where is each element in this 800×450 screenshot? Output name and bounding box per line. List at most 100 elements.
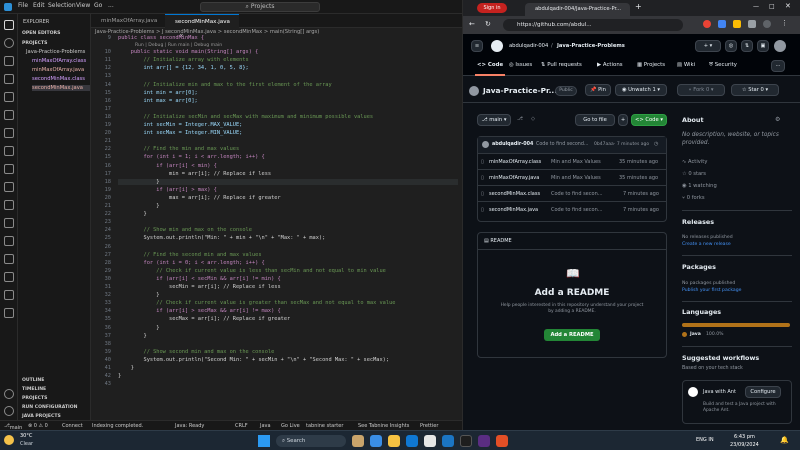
commit-author[interactable]: abdulqadir-004 bbox=[492, 142, 533, 147]
add-readme-button[interactable]: Add a README bbox=[544, 329, 600, 341]
code-line[interactable]: } bbox=[118, 325, 159, 331]
code-line[interactable]: if (arr[i] < min) { bbox=[118, 163, 217, 169]
pull-requests-icon[interactable]: ⇅ bbox=[741, 40, 753, 52]
live-share-icon[interactable] bbox=[4, 200, 14, 210]
code-line[interactable]: int min = arr[0]; bbox=[118, 90, 198, 96]
file-row[interactable]: ▯ secondMinMax.class Code to find secon.… bbox=[477, 185, 667, 201]
code-line[interactable]: } bbox=[118, 292, 159, 298]
windows-start-icon[interactable] bbox=[258, 435, 270, 447]
extension-icon[interactable] bbox=[718, 20, 726, 28]
file-name[interactable]: secondMinMax.class bbox=[489, 191, 540, 197]
tags-icon[interactable]: ◇ bbox=[531, 116, 535, 122]
codelens-run-debug[interactable]: Run | Debug | Run main | Debug main bbox=[135, 43, 222, 48]
run-configuration-section[interactable]: RUN CONFIGURATION bbox=[22, 405, 78, 410]
stars-link[interactable]: ☆ 0 stars bbox=[682, 171, 706, 177]
extension-icon[interactable] bbox=[703, 20, 711, 28]
code-line[interactable]: public class secondMinMax { bbox=[118, 35, 204, 41]
docker-icon[interactable] bbox=[4, 146, 14, 156]
watching-link[interactable]: ◉ 1 watching bbox=[682, 183, 717, 189]
code-line[interactable]: max = arr[i]; // Replace if greater bbox=[118, 195, 281, 201]
code-line[interactable]: // Initialize array with elements bbox=[118, 57, 249, 63]
gear-icon[interactable]: ⚙ bbox=[775, 116, 780, 123]
code-line[interactable]: // Initialize secMin and secMax with max… bbox=[118, 114, 374, 120]
code-line[interactable]: // Show min and max on the console bbox=[118, 227, 252, 233]
code-line[interactable]: secMin = arr[i]; // Replace if less bbox=[118, 284, 281, 290]
code-line[interactable]: } bbox=[118, 211, 147, 217]
file-row[interactable]: ▯ minMaxOfArray.class Min and Max Values… bbox=[477, 153, 667, 169]
branch-select[interactable]: ⎇ main ▾ bbox=[477, 114, 511, 126]
code-line[interactable]: int arr[] = {12, 34, 1, 0, 5, 8}; bbox=[118, 65, 249, 71]
github-desktop-icon[interactable] bbox=[460, 435, 472, 447]
file-explorer-icon[interactable] bbox=[388, 435, 400, 447]
eol-status[interactable]: CRLF bbox=[235, 423, 248, 429]
code-line[interactable]: // Find the min and max values bbox=[118, 146, 240, 152]
account-icon[interactable] bbox=[4, 389, 14, 399]
url-bar[interactable]: https://github.com/abdul... bbox=[503, 19, 683, 31]
code-line[interactable]: } bbox=[118, 365, 134, 371]
code-line[interactable]: } bbox=[118, 203, 159, 209]
github-logo-icon[interactable] bbox=[491, 40, 503, 52]
tab-actions[interactable]: ▶ Actions bbox=[597, 62, 623, 68]
activity-link[interactable]: ∿ Activity bbox=[682, 159, 707, 165]
file-commit-msg[interactable]: Min and Max Values bbox=[551, 175, 601, 181]
app-icon[interactable] bbox=[352, 435, 364, 447]
issues-icon[interactable]: ◎ bbox=[725, 40, 737, 52]
releases-title[interactable]: Releases bbox=[682, 218, 714, 226]
branches-icon[interactable]: ⎇ bbox=[517, 116, 523, 122]
chrome-icon[interactable] bbox=[424, 435, 436, 447]
code-button[interactable]: <> Code ▾ bbox=[631, 114, 667, 126]
browser-tab[interactable]: abdulqadir-004/Java-Practice-Pr... bbox=[525, 3, 630, 16]
menu-view[interactable]: View bbox=[76, 2, 90, 9]
outline-section[interactable]: OUTLINE bbox=[22, 378, 44, 383]
vscode-taskbar-icon[interactable] bbox=[442, 435, 454, 447]
azure-icon[interactable] bbox=[4, 272, 14, 282]
code-line[interactable]: System.out.println("Min: " + min + "\n" … bbox=[118, 235, 326, 241]
configure-button[interactable]: Configure bbox=[745, 386, 781, 398]
code-line[interactable]: if (arr[i] < secMin && arr[i] != min) { bbox=[118, 276, 280, 282]
file-name[interactable]: minMaxOfArray.java bbox=[489, 175, 539, 181]
timeline-icon[interactable] bbox=[4, 290, 14, 300]
code-line[interactable]: // Show second min and max on the consol… bbox=[118, 349, 275, 355]
taskbar-search[interactable]: ⌕ Search bbox=[276, 435, 346, 447]
reload-icon[interactable]: ↻ bbox=[485, 20, 491, 28]
go-live-status[interactable]: Go Live bbox=[281, 423, 300, 429]
tab-secondminmax[interactable]: secondMinMax.java × bbox=[165, 14, 239, 39]
fork-button[interactable]: ⑂ Fork 0 ▾ bbox=[677, 84, 725, 96]
close-icon[interactable]: ✕ bbox=[785, 2, 791, 10]
code-line[interactable]: int max = arr[0]; bbox=[118, 98, 198, 104]
tab-wiki[interactable]: ▤ Wiki bbox=[677, 62, 695, 68]
app-icon[interactable] bbox=[496, 435, 508, 447]
database-icon[interactable] bbox=[4, 164, 14, 174]
code-line[interactable]: for (int i = 0; i < arr.length; i++) { bbox=[118, 260, 265, 266]
bookmarks-icon[interactable] bbox=[4, 308, 14, 318]
projects-bottom-section[interactable]: PROJECTS bbox=[22, 396, 47, 401]
edge-icon[interactable] bbox=[406, 435, 418, 447]
menu-selection[interactable]: Selection bbox=[48, 2, 76, 9]
history-icon[interactable]: ◷ bbox=[654, 141, 658, 147]
forks-link[interactable]: ⑂ 0 forks bbox=[682, 195, 705, 201]
file-row[interactable]: ▯ secondMinMax.java Code to find secon..… bbox=[477, 201, 667, 217]
testing-icon[interactable] bbox=[4, 110, 14, 120]
extension-icon[interactable] bbox=[733, 20, 741, 28]
go-to-file-button[interactable]: Go to file bbox=[575, 114, 615, 126]
code-line[interactable]: secMax = arr[i]; // Replace if greater bbox=[118, 316, 290, 322]
file-commit-msg[interactable]: Code to find secon... bbox=[551, 207, 603, 213]
tab-issues[interactable]: ◎ Issues bbox=[509, 62, 532, 68]
language-status[interactable]: Java bbox=[260, 423, 271, 429]
file-item[interactable]: secondMinMax.class bbox=[32, 76, 85, 82]
file-row[interactable]: ▯ minMaxOfArray.java Min and Max Values … bbox=[477, 169, 667, 185]
tabnine-icon[interactable] bbox=[4, 254, 14, 264]
menu-icon[interactable]: ⋮ bbox=[781, 19, 788, 27]
repo-link[interactable]: Java-Practice-Problems bbox=[557, 43, 625, 49]
avatar[interactable] bbox=[774, 40, 786, 52]
commit-hash[interactable]: 0b47aaa bbox=[594, 142, 614, 147]
code-line[interactable]: public static void main(String[] args) { bbox=[118, 49, 259, 55]
menu-more[interactable]: ... bbox=[108, 2, 114, 9]
signin-button[interactable]: Sign in bbox=[477, 3, 507, 13]
menu-file[interactable]: File bbox=[18, 2, 28, 9]
weather-icon[interactable] bbox=[4, 435, 14, 445]
source-control-icon[interactable] bbox=[4, 56, 14, 66]
weather-desc[interactable]: Clear bbox=[20, 441, 33, 447]
tab-code[interactable]: <> Code bbox=[477, 62, 503, 68]
app-icon[interactable] bbox=[478, 435, 490, 447]
